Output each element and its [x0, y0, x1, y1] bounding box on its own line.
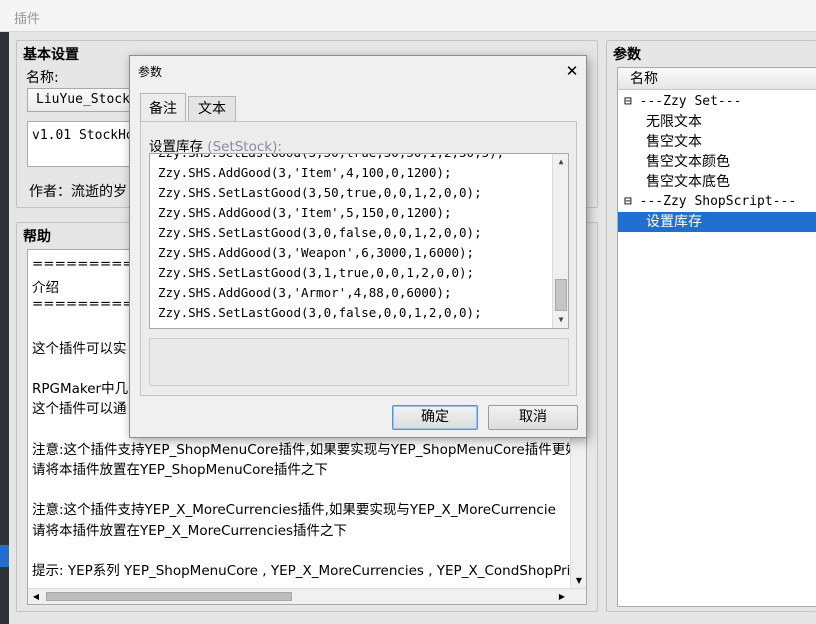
- params-item-row[interactable]: 无限文本: [618, 112, 816, 132]
- code-line: Zzy.SHS.SetLastGood(3,0,false,0,0,1,2,0,…: [158, 225, 482, 240]
- params-item-row[interactable]: 设置库存: [618, 212, 816, 232]
- params-category-row[interactable]: ⊟ ---Zzy Set---: [618, 92, 816, 112]
- tab-notes[interactable]: 备注: [140, 93, 186, 124]
- author-label: 作者：流逝的岁: [29, 184, 127, 200]
- ok-button[interactable]: 确定: [392, 405, 478, 430]
- dialog-title: 参数: [138, 65, 163, 79]
- code-scroll-down-icon[interactable]: ▼: [554, 313, 568, 327]
- field-label: 设置库存 (SetStock):: [149, 135, 282, 155]
- params-column-header[interactable]: 名称: [618, 68, 816, 90]
- help-hscroll-thumb[interactable]: [46, 592, 292, 601]
- help-line: 请将本插件放置在YEP_ShopMenuCore插件之下: [32, 462, 328, 478]
- code-line: Zzy.SHS.SetLastGood(3,1,true,0,0,1,2,0,0…: [158, 265, 475, 280]
- help-line: 这个插件可以实: [32, 340, 127, 357]
- params-dialog: 参数 ✕ 备注 文本 设置库存 (SetStock): Zzy.SHS.SetL…: [129, 55, 587, 438]
- window-title: 插件: [14, 12, 41, 27]
- name-label: 名称:: [26, 70, 59, 86]
- window-titlebar: 插件: [0, 0, 816, 32]
- help-line: 请将本插件放置在YEP_X_MoreCurrencies插件之下: [32, 522, 348, 539]
- params-category-row[interactable]: ⊟ ---Zzy ShopScript---: [618, 192, 816, 212]
- help-horizontal-scrollbar[interactable]: ◀ ▶: [28, 588, 586, 604]
- help-scroll-left-icon[interactable]: ◀: [30, 590, 42, 603]
- code-scroll-up-icon[interactable]: ▲: [554, 155, 568, 169]
- params-header: 参数: [613, 47, 641, 63]
- code-line: Zzy.SHS.AddGood(3,'Weapon',6,3000,1,6000…: [158, 245, 475, 260]
- dialog-close-icon[interactable]: ✕: [560, 59, 584, 83]
- cancel-button[interactable]: 取消: [488, 405, 578, 430]
- params-item-row[interactable]: 售空文本底色: [618, 172, 816, 192]
- code-line: Zzy.SHS.SetLastGood(3,50,true,0,0,1,2,0,…: [158, 185, 482, 200]
- params-list[interactable]: 名称 ⊟ ---Zzy Set--- 无限文本 售空文本 售空文本颜色 售空文本底色 ⊟ …: [617, 67, 816, 607]
- dialog-tab-panel: 设置库存 (SetStock): Zzy.SHS.SetLastGood(3,5…: [140, 121, 577, 396]
- help-line: 介绍: [32, 280, 59, 297]
- help-scroll-right-icon[interactable]: ▶: [556, 590, 568, 603]
- help-line: RPGMaker中几乎: [32, 381, 142, 398]
- params-item-row[interactable]: 售空文本颜色: [618, 152, 816, 172]
- help-header: 帮助: [23, 229, 51, 245]
- background-window-selection: [0, 545, 9, 567]
- help-line: 注意:这个插件支持YEP_ShopMenuCore插件,如果要实现与YEP_Sh…: [32, 441, 579, 458]
- params-group: 参数 名称 ⊟ ---Zzy Set--- 无限文本 售空文本 售空文本颜色 售空文本底…: [606, 40, 816, 612]
- code-line: Zzy.SHS.AddGood(3,'Item',5,150,0,1200);: [158, 205, 452, 220]
- description-field[interactable]: v1.01 StockHous: [27, 121, 137, 167]
- help-line: 注意:这个插件支持YEP_X_MoreCurrencies插件,如果要实现与YE…: [32, 502, 556, 519]
- code-vertical-scrollbar[interactable]: ▲ ▼: [552, 154, 568, 328]
- code-scroll-thumb[interactable]: [555, 279, 567, 311]
- help-scroll-down-icon[interactable]: ▼: [572, 574, 586, 588]
- basic-settings-header: 基本设置: [23, 47, 79, 63]
- code-line: Zzy.SHS.AddGood(3,'Armor',4,88,0,6000);: [158, 285, 452, 300]
- help-line: 提示: YEP系列 YEP_ShopMenuCore , YEP_X_MoreC…: [32, 563, 587, 579]
- background-window-strip: [0, 32, 9, 624]
- name-select[interactable]: LiuYue_StockHou: [27, 88, 137, 112]
- help-line: 这个插件可以通: [32, 401, 127, 418]
- code-line: Zzy.SHS.SetLastGood(3,0,false,0,0,1,2,0,…: [158, 305, 482, 320]
- code-textarea[interactable]: Zzy.SHS.SetLastGood(3,50,true,50,50,1,2,…: [149, 153, 569, 329]
- code-line: Zzy.SHS.AddGood(3,'Item',4,100,0,1200);: [158, 165, 452, 180]
- params-item-row[interactable]: 售空文本: [618, 132, 816, 152]
- info-panel: [149, 338, 569, 386]
- code-line: Zzy.SHS.SetLastGood(3,50,true,50,50,1,2,…: [158, 154, 504, 160]
- tab-text[interactable]: 文本: [188, 96, 236, 121]
